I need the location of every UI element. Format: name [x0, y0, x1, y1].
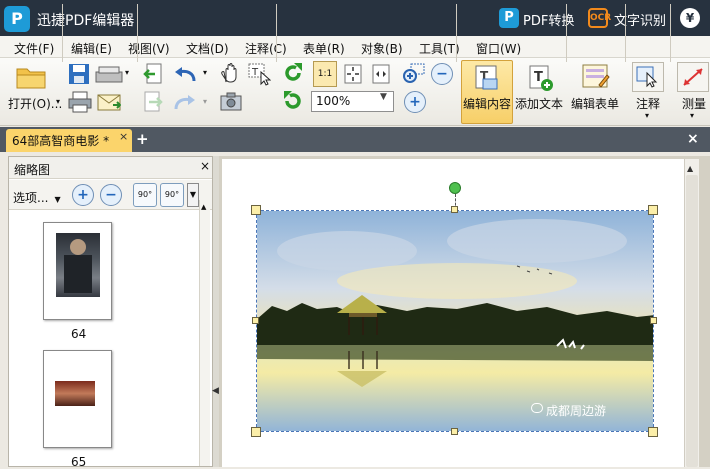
wechat-icon	[531, 403, 543, 413]
new-tab-icon[interactable]: +	[136, 130, 150, 148]
hand-tool-icon[interactable]	[219, 61, 243, 85]
resize-handle-bottom[interactable]	[451, 428, 458, 435]
menu-window[interactable]: 窗口(W)	[476, 40, 521, 57]
app-title: 迅捷PDF编辑器	[37, 13, 135, 29]
enlarge-thumbnail-icon[interactable]: +	[72, 184, 94, 206]
fit-width-icon[interactable]	[369, 62, 393, 86]
more-options-icon[interactable]: ▼	[187, 183, 199, 207]
add-text-icon[interactable]: T	[525, 63, 555, 93]
menu-edit[interactable]: 编辑(E)	[71, 40, 112, 57]
open-folder-icon[interactable]	[14, 63, 48, 91]
rotate-handle[interactable]	[449, 182, 461, 194]
save-icon[interactable]	[67, 62, 91, 86]
annotate-icon[interactable]	[632, 62, 664, 92]
tab-close-icon[interactable]: ×	[119, 130, 128, 143]
close-document-icon[interactable]: ×	[687, 131, 703, 149]
edit-form-label[interactable]: 编辑表单	[571, 95, 619, 112]
svg-text:T: T	[251, 67, 259, 78]
separator	[276, 4, 277, 62]
separator	[62, 4, 63, 62]
separator	[625, 4, 626, 62]
print-icon[interactable]	[67, 90, 93, 114]
menu-document[interactable]: 文档(D)	[186, 40, 229, 57]
redo-icon[interactable]	[171, 90, 199, 114]
shrink-thumbnail-icon[interactable]: −	[100, 184, 122, 206]
options-label: 选项...	[13, 191, 49, 205]
rotate-left-90-button[interactable]: 90°	[133, 183, 157, 207]
add-text-label[interactable]: 添加文本	[515, 95, 563, 112]
separator	[670, 4, 671, 62]
rotate-clockwise-icon[interactable]	[281, 61, 305, 85]
purchase-icon[interactable]: ¥	[680, 8, 700, 28]
resize-handle-bottom-right[interactable]	[648, 427, 658, 437]
page-number-64: 64	[71, 327, 87, 341]
annotate-label[interactable]: 注释	[636, 95, 660, 112]
options-dropdown[interactable]: 选项... ▼	[13, 189, 61, 206]
snapshot-icon[interactable]	[219, 90, 243, 114]
rotate-right-90-button[interactable]: 90°	[160, 183, 184, 207]
resize-handle-top-left[interactable]	[251, 205, 261, 215]
movie-poster-thumbnail	[56, 233, 100, 297]
image-thumbnail	[55, 381, 95, 406]
resize-handle-left[interactable]	[252, 317, 259, 324]
menu-tools[interactable]: 工具(T)	[419, 40, 460, 57]
measure-label[interactable]: 测量	[682, 95, 706, 112]
fit-page-icon[interactable]	[341, 62, 365, 86]
separator	[456, 4, 457, 62]
edit-content-icon[interactable]: T	[472, 64, 502, 92]
open-label[interactable]: 打开(O)...	[8, 95, 62, 112]
zoom-in-icon[interactable]: +	[404, 91, 426, 113]
resize-handle-right[interactable]	[650, 317, 657, 324]
actual-size-button[interactable]: 1:1	[313, 61, 337, 87]
rotate-counterclockwise-icon[interactable]	[281, 89, 305, 113]
thumbnail-scrollbar[interactable]	[199, 200, 210, 466]
app-logo-icon: P	[4, 6, 30, 32]
ocr-icon[interactable]: OCR	[588, 8, 611, 28]
separator	[137, 4, 138, 62]
email-icon[interactable]	[96, 90, 122, 114]
menu-form[interactable]: 表单(R)	[303, 40, 345, 57]
thumbnail-page-65[interactable]	[43, 350, 112, 448]
selected-landscape-image[interactable]	[256, 210, 654, 432]
menu-bar: 文件(F) 编辑(E) 视图(V) 文档(D) 注释(C) 表单(R) 对象(B…	[0, 36, 710, 58]
scroll-up-arrow-icon[interactable]: ▲	[687, 164, 693, 173]
edit-form-icon[interactable]	[580, 62, 612, 92]
close-panel-icon[interactable]: ×	[200, 159, 210, 173]
menu-view[interactable]: 视图(V)	[128, 40, 170, 57]
chevron-down-icon[interactable]: ▼	[380, 92, 387, 102]
thumbnail-page-64[interactable]	[43, 222, 112, 320]
select-text-icon[interactable]: T	[246, 61, 272, 87]
edit-content-label[interactable]: 编辑内容	[463, 95, 511, 112]
pdf-convert-icon[interactable]: P	[499, 8, 519, 28]
menu-comment[interactable]: 注释(C)	[245, 40, 287, 57]
separator	[566, 4, 567, 62]
collapse-panel-icon[interactable]: ◀	[212, 386, 219, 400]
scroll-up-arrow-icon[interactable]: ▲	[201, 203, 206, 211]
image-watermark: 成都周边游	[546, 404, 607, 418]
chevron-down-icon: ▼	[54, 195, 61, 204]
measure-icon[interactable]	[677, 62, 709, 92]
zoom-out-icon[interactable]: −	[431, 63, 453, 85]
ocr-button[interactable]: 文字识别	[614, 10, 666, 29]
menu-object[interactable]: 对象(B)	[361, 40, 403, 57]
previous-page-icon[interactable]	[142, 62, 164, 86]
undo-icon[interactable]	[171, 62, 199, 86]
resize-handle-bottom-left[interactable]	[251, 427, 261, 437]
tab-document-label: 64部高智商电影 *	[12, 134, 110, 148]
resize-handle-top-right[interactable]	[648, 205, 658, 215]
next-page-icon[interactable]	[142, 90, 164, 114]
scrollbar-thumb[interactable]	[686, 175, 698, 467]
tab-document[interactable]: 64部高智商电影 *	[6, 129, 132, 152]
resize-handle-top[interactable]	[451, 206, 458, 213]
scan-icon[interactable]	[94, 62, 124, 86]
thumbnail-panel-title: 缩略图	[14, 163, 51, 177]
menu-file[interactable]: 文件(F)	[14, 40, 54, 57]
zoom-in-region-icon[interactable]	[401, 62, 427, 86]
